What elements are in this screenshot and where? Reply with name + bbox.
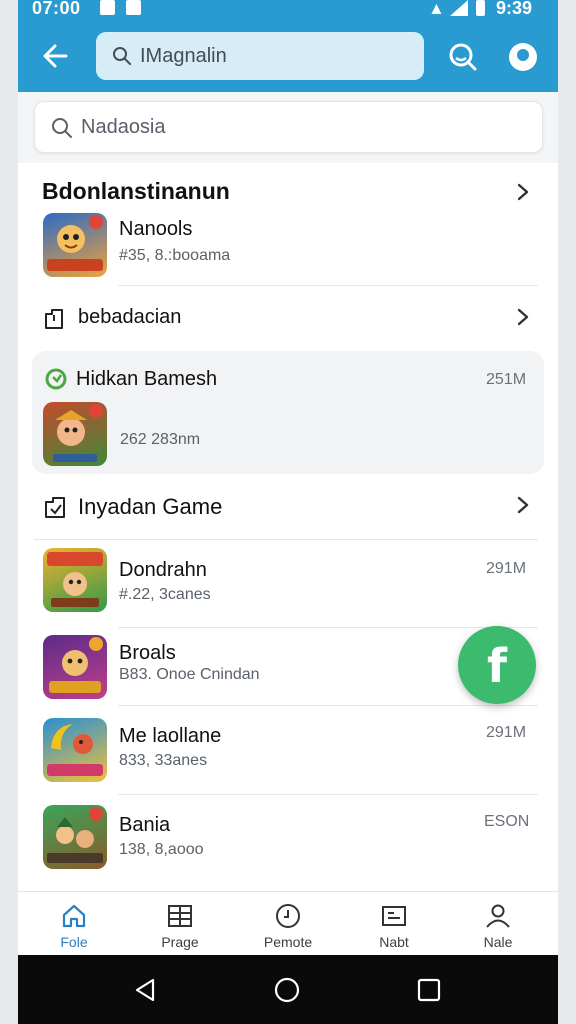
chevron-right-icon[interactable] xyxy=(514,496,532,514)
section-title: Bdonlanstinanun xyxy=(42,178,230,204)
divider xyxy=(118,794,538,795)
chevron-right-icon[interactable] xyxy=(514,183,532,201)
nav-label: Nabt xyxy=(379,934,409,950)
nav-label: Fole xyxy=(60,934,88,950)
battery-icon xyxy=(476,0,485,16)
game-app-icon[interactable] xyxy=(43,718,107,782)
profile-button[interactable] xyxy=(506,40,540,74)
home-icon xyxy=(62,904,86,928)
content-card: Bdonlanstinanun Nanools #35, 8.:booama b… xyxy=(18,163,558,891)
featured-item[interactable]: Hidkan Bamesh 251M 262 283nm xyxy=(32,351,544,474)
game-app-icon[interactable] xyxy=(43,402,107,466)
notification-icon xyxy=(100,0,115,15)
recents-square-icon[interactable] xyxy=(416,977,442,1003)
account-icon xyxy=(509,43,537,71)
game-art-icon xyxy=(47,215,103,271)
game-app-icon[interactable] xyxy=(43,213,107,277)
game-app-icon[interactable] xyxy=(43,805,107,869)
app-frame: 07:00 ▲ 9:39 IMagnalin Nadaosia Bdonlans… xyxy=(18,0,558,1024)
game-app-icon[interactable] xyxy=(43,548,107,612)
search-input-value: IMagnalin xyxy=(140,45,227,67)
app-size: 291M xyxy=(486,560,527,577)
notification-icon-2 xyxy=(126,0,141,15)
nav-item-profile[interactable]: Nale xyxy=(448,892,548,956)
nav-item-home[interactable]: Fole xyxy=(24,892,124,956)
status-bar: 07:00 ▲ 9:39 xyxy=(18,0,558,22)
bottom-nav: Fole Prage Pemote Nabt Nale xyxy=(18,891,558,955)
featured-subtitle: 262 283nm xyxy=(120,431,201,448)
divider xyxy=(118,627,538,628)
home-circle-icon[interactable] xyxy=(274,977,300,1003)
app-subtitle: 138, 8,aooo xyxy=(119,841,204,858)
game-art-icon xyxy=(53,404,103,462)
wifi-icon: ▲ xyxy=(428,0,445,18)
game-app-icon[interactable] xyxy=(43,635,107,699)
app-subtitle: #.22, 3canes xyxy=(119,586,211,603)
divider xyxy=(118,705,538,706)
app-subtitle: B83. Onoe Cnindan xyxy=(119,666,260,683)
app-name[interactable]: Dondrahn xyxy=(119,559,207,582)
game-art-icon xyxy=(47,807,103,863)
search-icon xyxy=(113,47,131,65)
app-size: ESON xyxy=(484,813,530,830)
divider xyxy=(34,539,538,540)
fab-button[interactable]: f xyxy=(458,626,536,704)
link-row-label[interactable]: bebadacian xyxy=(78,306,181,329)
search-input[interactable]: IMagnalin xyxy=(96,32,424,80)
back-button[interactable] xyxy=(38,38,74,74)
back-triangle-icon[interactable] xyxy=(132,977,158,1003)
divider xyxy=(118,285,538,286)
nav-item-remote[interactable]: Pemote xyxy=(238,892,338,956)
game-box-icon xyxy=(45,497,65,518)
list-icon xyxy=(382,906,406,926)
signal-icon xyxy=(450,0,468,16)
section-title: Inyadan Game xyxy=(78,494,223,519)
secondary-search-value: Nadaosia xyxy=(81,116,166,138)
search-icon xyxy=(52,118,72,138)
nav-label: Prage xyxy=(161,934,199,950)
app-name[interactable]: Me laollane xyxy=(119,725,221,748)
back-arrow-icon xyxy=(43,44,68,68)
nav-item-next[interactable]: Nabt xyxy=(344,892,444,956)
app-subtitle: 833, 33anes xyxy=(119,752,208,769)
nav-label: Nale xyxy=(483,934,513,950)
nav-item-pages[interactable]: Prage xyxy=(130,892,230,956)
app-bar: 07:00 ▲ 9:39 IMagnalin xyxy=(18,0,558,92)
grid-icon xyxy=(168,905,192,927)
secondary-search-input[interactable]: Nadaosia xyxy=(34,101,543,153)
search-circle-icon xyxy=(449,43,477,71)
leaf-icon xyxy=(45,368,67,390)
featured-name: Hidkan Bamesh xyxy=(76,368,218,390)
page-icon xyxy=(45,309,63,329)
game-art-icon xyxy=(49,637,103,693)
person-icon xyxy=(486,904,510,928)
status-time-right: 9:39 xyxy=(496,0,533,18)
nav-label: Pemote xyxy=(263,934,313,950)
system-nav-bar xyxy=(18,955,558,1024)
game-art-icon xyxy=(47,724,103,776)
featured-size: 251M xyxy=(486,371,527,388)
fab-label: f xyxy=(486,639,507,693)
app-size: 291M xyxy=(486,724,527,741)
clock-icon xyxy=(276,904,300,928)
app-subtitle: #35, 8.:booama xyxy=(119,247,231,264)
app-name[interactable]: Broals xyxy=(119,642,176,665)
chevron-right-icon[interactable] xyxy=(514,308,532,326)
app-name[interactable]: Bania xyxy=(119,814,170,837)
app-name[interactable]: Nanools xyxy=(119,218,192,241)
voice-search-button[interactable] xyxy=(446,40,480,74)
game-art-icon xyxy=(47,552,103,607)
status-time-left: 07:00 xyxy=(32,0,81,18)
